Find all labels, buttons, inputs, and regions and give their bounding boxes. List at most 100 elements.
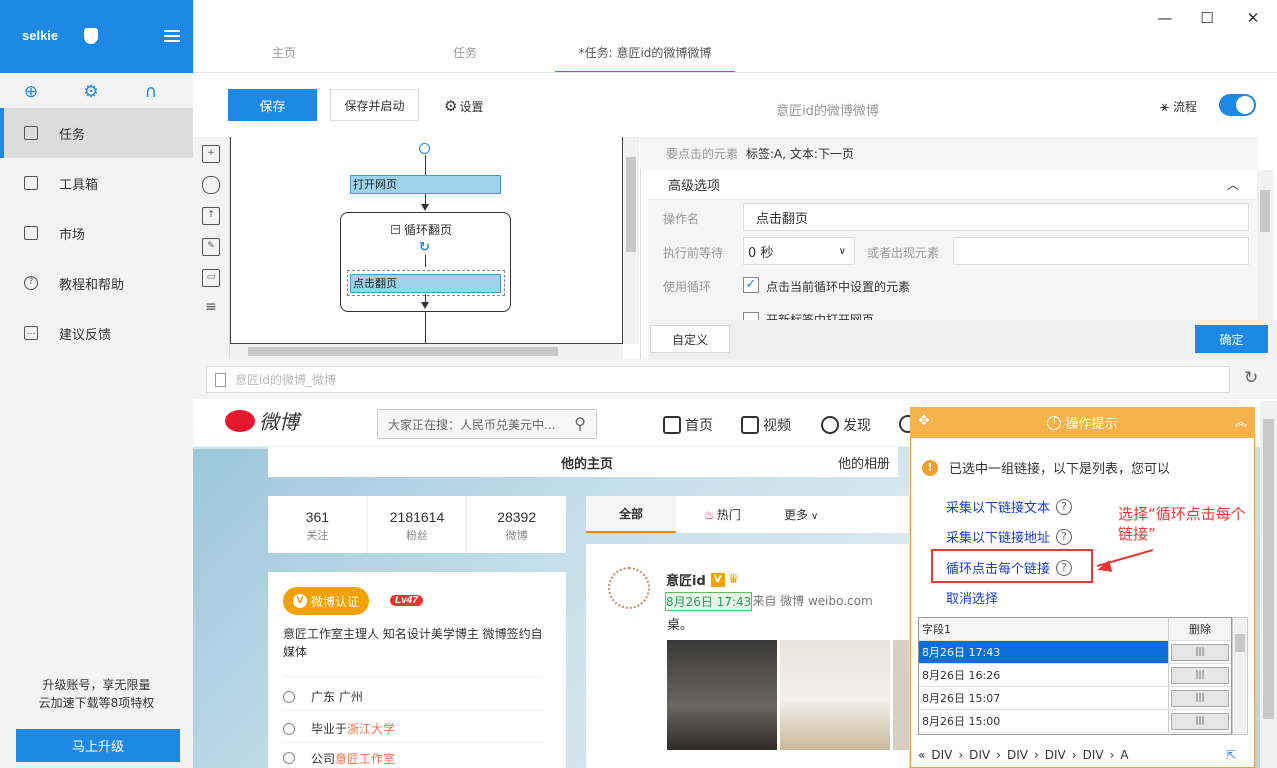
level-badge[interactable]: Lv47 [390,595,423,606]
table-row[interactable]: 8月26日 16:26 ||| [919,664,1231,687]
collect-link-text[interactable]: 采集以下链接文本? [946,497,1073,516]
tab-tasks[interactable]: 任务 [453,44,477,61]
delete-row-button[interactable]: ||| [1171,712,1229,730]
question-icon[interactable]: ? [1056,528,1073,545]
path-node[interactable]: DIV [931,748,952,762]
canvas-vertical-scrollbar[interactable] [623,137,639,344]
stat-following[interactable]: 361 关注 [268,496,368,553]
weibo-nav-video[interactable]: 视频 [741,415,791,435]
question-icon[interactable]: ? [1056,498,1073,515]
search-icon[interactable]: ⚲ [574,414,586,433]
op-name-input[interactable]: 点击翻页 [743,203,1249,231]
chevron-up-icon[interactable]: ︿ [1227,176,1239,193]
upgrade-button[interactable]: 马上升级 [16,729,180,762]
add-node-icon[interactable]: + [202,145,220,163]
list-icon[interactable]: ≡ [202,300,220,318]
preview-icon[interactable]: ▭ [202,269,220,287]
path-node[interactable]: A [1120,748,1128,762]
refresh-icon[interactable]: ↻ [1244,368,1258,388]
delete-row-button[interactable]: ||| [1171,666,1229,684]
stat-posts[interactable]: 28392 微博 [467,496,566,553]
info-icon: ! [1047,415,1062,430]
info-link[interactable]: 意匠工作室 [335,752,395,764]
delete-row-button[interactable]: ||| [1171,643,1229,661]
collapse-icon[interactable]: − [391,225,400,235]
table-row[interactable]: 8月26日 15:00 ||| [919,710,1231,733]
post-image[interactable] [893,640,909,750]
tab-his-home[interactable]: 他的主页 [561,453,613,472]
post-image[interactable] [780,640,890,750]
tab-home[interactable]: 主页 [272,44,296,61]
export-icon[interactable]: ↑ [202,207,220,225]
minimize-button[interactable]: — [1155,8,1175,28]
config-scrollbar[interactable] [1257,170,1273,320]
gear-icon[interactable]: ⚙ [82,83,100,101]
sidebar-item-feedback[interactable]: … 建议反馈 [0,308,193,358]
menu-icon[interactable] [164,30,180,45]
feed-tab-all[interactable]: 全部 [586,496,676,533]
path-node[interactable]: DIV [1007,748,1028,762]
feed-tab-more[interactable]: 更多 ∨ [784,506,818,523]
address-input[interactable]: 意匠id的微博_微博 [206,366,1230,393]
external-link-icon[interactable]: ⇱ [1226,748,1236,762]
tab-current-task[interactable]: *任务: 意匠id的微博微博 [555,44,735,73]
verified-badge[interactable]: V 微博认证 [283,587,369,615]
path-node[interactable]: DIV [1045,748,1066,762]
path-node[interactable]: DIV [969,748,990,762]
advanced-options-header[interactable]: 高级选项 ︿ [648,170,1257,200]
edit-icon[interactable]: ✎ [202,238,220,256]
maximize-button[interactable]: ☐ [1197,8,1217,28]
wait-select[interactable]: 0 秒 ∨ [743,237,855,265]
weibo-nav-home[interactable]: 首页 [663,415,713,435]
user-name[interactable]: selkie [22,28,58,43]
headset-icon[interactable]: ∩ [142,83,160,101]
path-node[interactable]: DIV [1083,748,1104,762]
flow-toggle[interactable] [1219,94,1256,116]
custom-button[interactable]: 自定义 [650,325,730,353]
save-button[interactable]: 保存 [228,89,317,121]
sidebar-item-tasks[interactable]: 任务 [0,108,193,158]
table-row[interactable]: 8月26日 15:07 ||| [919,687,1231,710]
double-chevron-left-icon[interactable]: « [918,748,925,762]
move-icon[interactable]: ✥ [918,413,930,429]
weibo-nav-discover[interactable]: 发现 [821,415,871,435]
feed-tab-hot[interactable]: ♨ 热门 [704,506,741,523]
confirm-button[interactable]: 确定 [1195,325,1268,353]
cancel-selection[interactable]: 取消选择 [946,588,998,607]
node-open-page[interactable]: 打开网页 [350,175,501,194]
browser-scrollbar[interactable] [1260,401,1277,768]
add-icon[interactable]: ⊕ [22,83,40,101]
author-avatar[interactable] [608,567,650,609]
info-link[interactable]: 浙江大学 [347,720,395,737]
save-and-start-button[interactable]: 保存并启动 [330,89,419,121]
post-image[interactable] [667,640,777,750]
settings-button[interactable]: ⚙ 设置 [444,97,483,115]
author-name[interactable]: 意匠id V ♛ [666,570,739,589]
shield-icon[interactable] [84,28,98,44]
newtab-checkbox[interactable] [743,312,759,320]
canvas-horizontal-scrollbar[interactable] [230,344,623,359]
table-row[interactable]: 8月26日 17:43 ||| [919,641,1231,664]
v-icon: V [292,594,307,608]
weibo-search[interactable]: 大家正在搜：人民币兑美元中... ⚲ [377,409,597,439]
stat-followers[interactable]: 2181614 粉丝 [368,496,468,553]
table-scrollbar[interactable] [1232,617,1248,735]
or-appear-input[interactable] [953,237,1249,265]
close-button[interactable]: ✕ [1243,8,1263,28]
collapse-up-icon[interactable]: ︽ [1235,413,1247,430]
arrow-head [421,204,429,211]
mouse-icon[interactable] [202,176,220,194]
sidebar-item-help[interactable]: ? 教程和帮助 [0,258,193,308]
sidebar-item-market[interactable]: 市场 [0,208,193,258]
post-source: 来自 微博 weibo.com [752,594,873,608]
post-time[interactable]: 8月26日 17:43 [665,592,753,611]
target-label: 要点击的元素 [666,146,739,161]
node-click-page[interactable]: 点击翻页 [350,274,501,293]
tab-his-album[interactable]: 他的相册 [838,453,890,472]
delete-row-button[interactable]: ||| [1171,689,1229,707]
tips-header[interactable]: ✥ ! 操作提示 ︽ [910,407,1255,438]
collect-link-url[interactable]: 采集以下链接地址? [946,527,1073,546]
loop-checkbox[interactable]: ✓ [743,277,759,293]
weibo-logo[interactable]: 微博 [225,406,299,435]
sidebar-item-toolbox[interactable]: 工具箱 [0,158,193,208]
